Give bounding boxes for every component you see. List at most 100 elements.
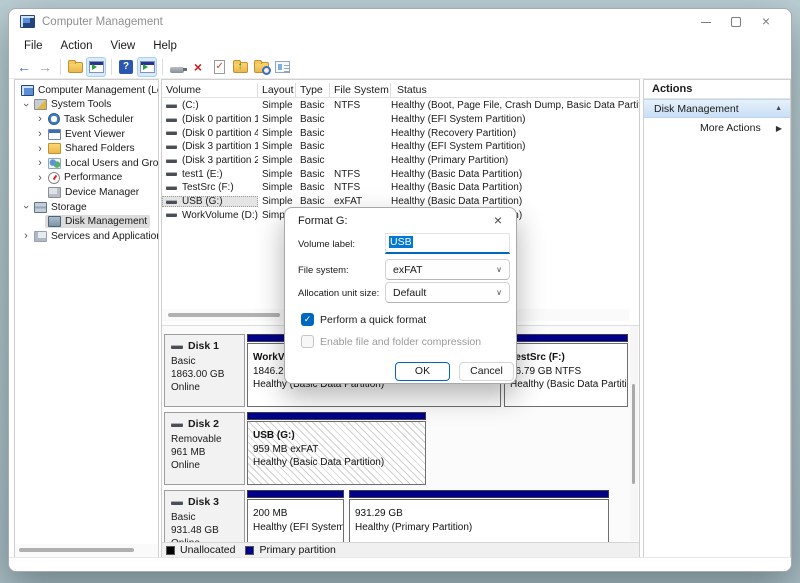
tree-item-task-scheduler[interactable]: › Task Scheduler [15, 112, 158, 127]
delete-volume-icon[interactable]: × [188, 57, 208, 77]
column-status[interactable]: Status [391, 83, 639, 97]
tree-item-performance[interactable]: › Performance [15, 171, 158, 186]
properties-icon[interactable] [272, 57, 292, 77]
menu-file[interactable]: File [15, 38, 52, 54]
file-system-select[interactable]: exFAT ∨ [385, 259, 510, 280]
drive-icon [166, 213, 177, 217]
remote-connect-icon[interactable] [167, 57, 187, 77]
system-tools-icon [34, 99, 47, 110]
menu-help[interactable]: Help [144, 38, 186, 54]
tree-item-shared-folders[interactable]: › Shared Folders [15, 141, 158, 156]
chevron-down-icon[interactable]: › [21, 202, 31, 212]
forward-icon[interactable]: → [35, 57, 55, 77]
volume-row[interactable]: (Disk 0 partition 4)SimpleBasicHealthy (… [162, 126, 639, 140]
actions-header: Actions [644, 80, 790, 99]
minimize-button[interactable] [691, 9, 721, 35]
volume-name: TestSrc (F:) [182, 182, 234, 193]
menu-action[interactable]: Action [52, 38, 102, 54]
tree-item-system-tools[interactable]: › System Tools [15, 98, 158, 113]
disk2-row: Disk 2 Removable 961 MB Online USB (G:)9… [162, 412, 630, 485]
column-volume[interactable]: Volume [162, 83, 258, 97]
disk2-label[interactable]: Disk 2 Removable 961 MB Online [164, 412, 245, 485]
storage-icon [34, 202, 47, 213]
computer-icon [21, 85, 34, 96]
volume-row[interactable]: (Disk 3 partition 1)SimpleBasicHealthy (… [162, 140, 639, 154]
drive-icon [166, 145, 177, 149]
tree-item-disk-management[interactable]: Disk Management [15, 214, 158, 229]
column-layout[interactable]: Layout [258, 83, 296, 97]
help-icon[interactable]: ? [116, 57, 136, 77]
tree-item-computer-management[interactable]: Computer Management (Local) [15, 83, 158, 98]
format-dialog: Format G: × Volume label: USB File syste… [284, 207, 517, 384]
chevron-down-icon: ∨ [496, 265, 502, 274]
tree-item-label: Performance [64, 172, 122, 183]
tree-item-label: Disk Management [65, 216, 147, 227]
disk-icon [171, 501, 183, 505]
disk-graph-vertical-scrollbar[interactable] [630, 326, 638, 541]
quick-format-label[interactable]: Perform a quick format [320, 314, 426, 326]
partition-usb-selected[interactable]: USB (G:)959 MB exFATHealthy (Basic Data … [247, 412, 426, 485]
disk-management-icon [48, 216, 61, 227]
tree-item-device-manager[interactable]: Device Manager [15, 185, 158, 200]
console-tree-toggle-icon[interactable] [86, 57, 106, 77]
drive-icon [166, 159, 177, 163]
volume-row[interactable]: (C:)SimpleBasicNTFSHealthy (Boot, Page F… [162, 99, 639, 113]
column-type[interactable]: Type [296, 83, 330, 97]
partition-testsrc[interactable]: TestSrc (F:)16.79 GB NTFSHealthy (Basic … [504, 334, 628, 407]
chevron-down-icon[interactable]: › [21, 100, 31, 110]
allocation-unit-select[interactable]: Default ∨ [385, 282, 510, 303]
volume-row[interactable]: test1 (E:)SimpleBasicNTFSHealthy (Basic … [162, 167, 639, 181]
actions-more-actions[interactable]: More Actions ▶ [644, 118, 790, 138]
tree-item-label: Shared Folders [65, 143, 135, 154]
minimize-icon [701, 22, 711, 23]
partition-color-bar [504, 334, 628, 342]
performance-icon [48, 172, 60, 184]
volume-row[interactable]: TestSrc (F:)SimpleBasicNTFSHealthy (Basi… [162, 181, 639, 195]
tree-horizontal-scrollbar[interactable] [15, 544, 158, 556]
action-pane-toggle-icon[interactable] [137, 57, 157, 77]
scrollbar-thumb[interactable] [168, 313, 280, 317]
maximize-icon [731, 17, 741, 27]
tree-item-storage[interactable]: › Storage [15, 200, 158, 215]
chevron-right-icon[interactable]: › [35, 173, 45, 183]
volume-name: (Disk 0 partition 1) [182, 114, 258, 125]
menu-view[interactable]: View [102, 38, 145, 54]
quick-format-checkbox[interactable]: ✓ [301, 313, 314, 326]
cancel-button[interactable]: Cancel [459, 362, 514, 381]
disk1-label[interactable]: Disk 1 Basic 1863.00 GB Online [164, 334, 245, 407]
actions-disk-management[interactable]: Disk Management ▲ [644, 99, 790, 118]
chevron-right-icon[interactable]: › [35, 114, 45, 124]
volume-row[interactable]: (Disk 3 partition 2)SimpleBasicHealthy (… [162, 154, 639, 168]
close-button[interactable]: × [751, 9, 781, 35]
ok-button[interactable]: OK [395, 362, 450, 381]
tree-item-local-users-groups[interactable]: › Local Users and Groups [15, 156, 158, 171]
scrollbar-thumb[interactable] [19, 548, 134, 552]
scrollbar-thumb[interactable] [632, 384, 635, 484]
folder-search-icon[interactable] [251, 57, 271, 77]
menu-bar: File Action View Help [9, 36, 791, 56]
chevron-right-icon[interactable]: › [35, 144, 45, 154]
chevron-right-icon[interactable]: › [35, 129, 45, 139]
compression-label: Enable file and folder compression [320, 336, 481, 348]
volume-label-input[interactable]: USB [385, 233, 510, 254]
chevron-right-icon[interactable]: › [21, 231, 31, 241]
toolbar-separator [111, 59, 112, 75]
titlebar[interactable]: Computer Management × [9, 9, 791, 36]
volume-row[interactable]: (Disk 0 partition 1)SimpleBasicHealthy (… [162, 113, 639, 127]
services-icon [34, 231, 47, 242]
column-file-system[interactable]: File System [330, 83, 391, 97]
export-list-icon[interactable] [65, 57, 85, 77]
dialog-close-icon[interactable]: × [489, 211, 507, 229]
tree-item-event-viewer[interactable]: › Event Viewer [15, 127, 158, 142]
collapse-icon[interactable]: ▲ [775, 105, 782, 112]
folder-up-icon[interactable]: ↑ [230, 57, 250, 77]
back-icon[interactable]: ← [14, 57, 34, 77]
users-icon [48, 158, 61, 169]
chevron-right-icon[interactable]: › [35, 158, 45, 168]
app-icon [20, 15, 35, 28]
check-volume-icon[interactable]: ✓ [209, 57, 229, 77]
tree-item-services-applications[interactable]: › Services and Applications [15, 229, 158, 244]
event-viewer-icon [48, 129, 61, 140]
file-system-label: File system: [298, 265, 349, 276]
maximize-button[interactable] [721, 9, 751, 35]
